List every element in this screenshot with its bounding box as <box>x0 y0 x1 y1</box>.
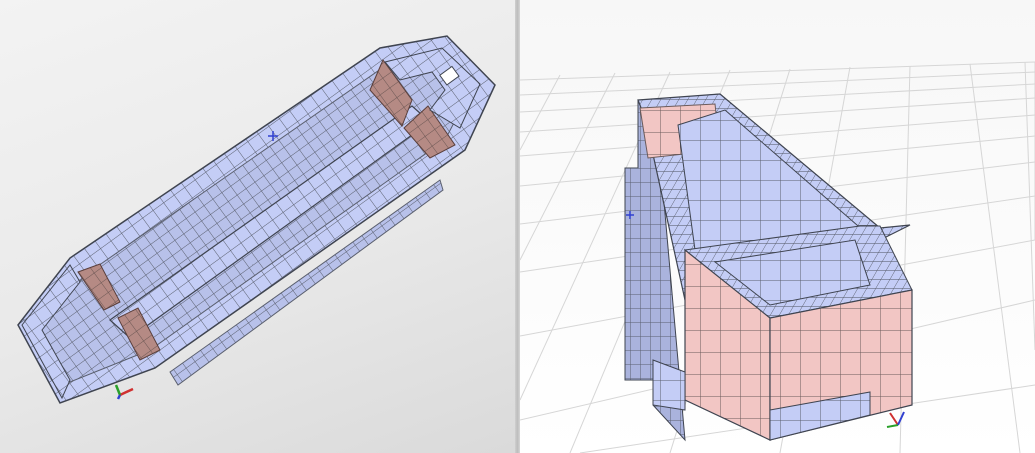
viewport-right-canvas[interactable] <box>520 0 1035 453</box>
viewport-left[interactable] <box>0 0 515 453</box>
viewport-left-canvas[interactable] <box>0 0 515 453</box>
model-viewer <box>0 0 1035 453</box>
axis-triad-icon <box>114 384 134 400</box>
viewport-right[interactable] <box>520 0 1035 453</box>
ground-floor-left <box>652 359 686 411</box>
